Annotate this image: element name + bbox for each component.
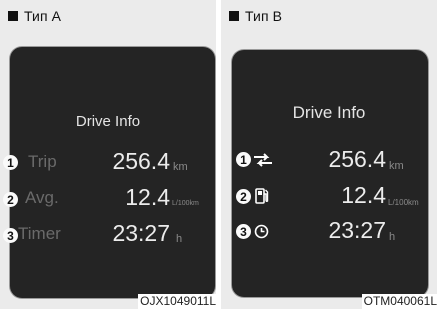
row-unit: L/100km [388, 198, 419, 207]
drive-info-title-a: Drive Info [75, 113, 141, 130]
row-unit: km [389, 160, 404, 172]
trip-arrows-icon [253, 153, 273, 172]
clock-icon [254, 224, 269, 244]
type-b-label: Тип B [245, 8, 283, 24]
callout-number: 2 [3, 192, 18, 207]
row-value: 256.4 [328, 146, 386, 172]
figure-code-a: OJX1049011L [138, 294, 216, 309]
row-unit: L/100km [172, 200, 199, 207]
row-unit: h [389, 231, 396, 243]
callout-number: 3 [3, 228, 18, 243]
row-value: 12.4 [341, 182, 386, 208]
panel-type-b: Тип B Drive Info 1 256.4 km 2 12.4 L/100… [221, 0, 437, 309]
row-label: Timer [18, 224, 61, 243]
drive-info-title-b: Drive Info [292, 103, 366, 122]
row-value: 12.4 [125, 184, 170, 210]
row-unit: km [173, 161, 188, 173]
row-value: 23:27 [112, 220, 170, 246]
row-unit: h [176, 233, 183, 245]
cluster-screen-b [232, 50, 428, 297]
square-bullet-icon [8, 11, 18, 21]
callout-number: 3 [236, 224, 251, 239]
panel-type-a: Тип A Drive Info 1 Trip 256.4 km 2 Avg. … [0, 0, 216, 309]
type-a-label: Тип A [24, 8, 62, 24]
row-value: 23:27 [328, 217, 386, 243]
callout-number: 2 [236, 189, 251, 204]
type-a-header: Тип A [8, 8, 61, 24]
row-label: Avg. [25, 188, 59, 207]
row-label: Trip [28, 152, 57, 171]
figure-code-b: OTM040061L [361, 294, 437, 309]
fuel-pump-icon [255, 188, 269, 209]
callout-number: 1 [236, 152, 251, 167]
callout-number: 1 [3, 155, 18, 170]
row-value: 256.4 [112, 148, 170, 174]
type-b-header: Тип B [229, 8, 282, 24]
square-bullet-icon [229, 11, 239, 21]
